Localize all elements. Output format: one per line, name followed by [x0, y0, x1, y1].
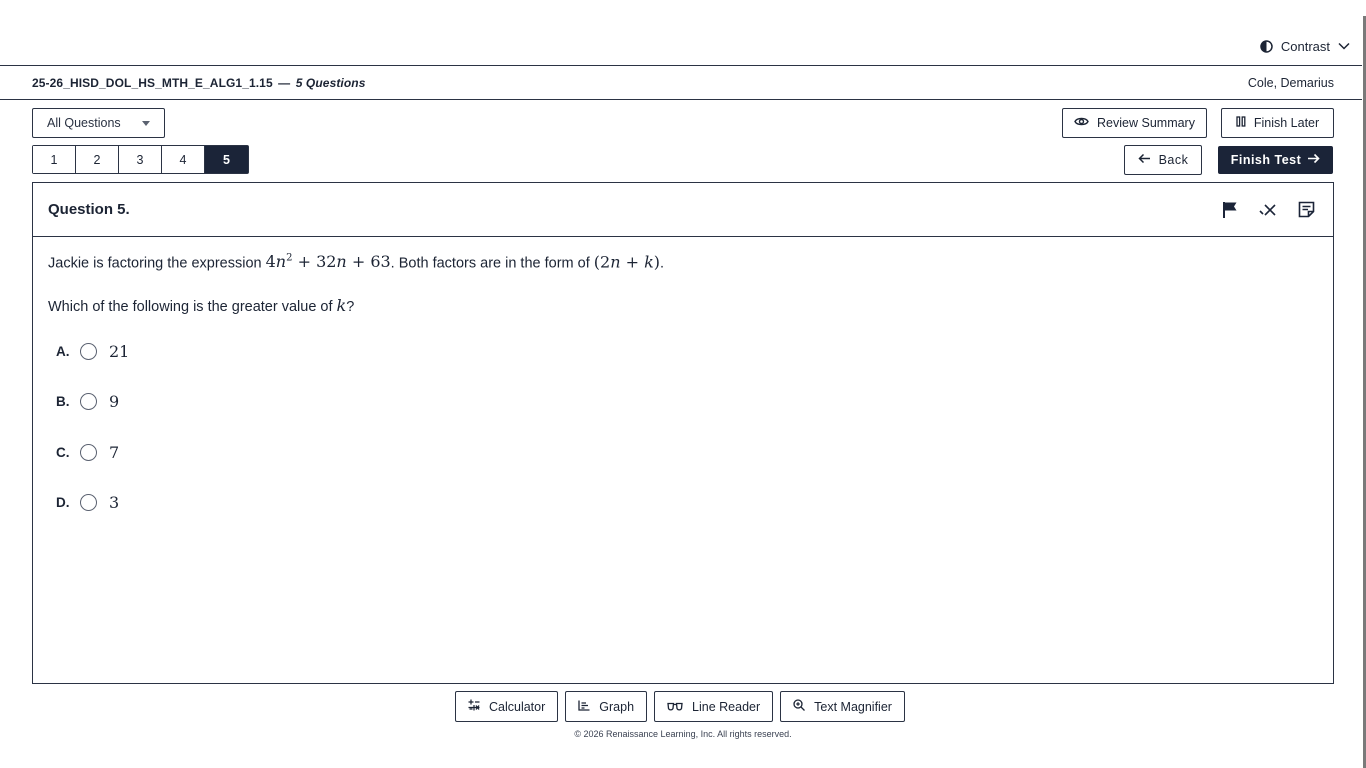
flag-icon[interactable] — [1219, 199, 1241, 221]
answer-choice-a[interactable]: A. 21 — [48, 336, 1318, 366]
question-count: 5 Questions — [295, 75, 366, 90]
arrow-right-icon — [1307, 153, 1320, 167]
answer-eliminator-icon[interactable] — [1257, 199, 1279, 221]
answer-choices: A. 21 B. 9 C. 7 D. 3 — [48, 336, 1318, 518]
math-token: + 63 — [346, 252, 391, 272]
question-nav-button[interactable]: 3 — [119, 146, 162, 173]
half-circle-icon — [1260, 39, 1273, 53]
text-magnifier-button[interactable]: Text Magnifier — [780, 691, 905, 722]
stem-text: . Both factors are in the form of — [390, 255, 594, 272]
math-token: k — [644, 252, 654, 272]
choice-letter: C. — [56, 444, 70, 460]
math-token: n — [336, 252, 347, 272]
choice-value: 3 — [109, 493, 120, 513]
choice-value: 7 — [109, 442, 120, 462]
text-magnifier-label: Text Magnifier — [814, 699, 892, 714]
choice-radio[interactable] — [80, 494, 97, 512]
math-token: 4 — [265, 252, 276, 272]
math-token: + — [620, 252, 645, 272]
question-panel: Question 5. Jackie is factoring the expr… — [32, 182, 1334, 684]
back-button[interactable]: Back — [1124, 145, 1202, 175]
question-tools — [1219, 199, 1317, 221]
finish-test-button[interactable]: Finish Test — [1218, 146, 1333, 174]
arrow-left-icon — [1138, 153, 1151, 167]
graph-button[interactable]: Graph — [565, 691, 648, 722]
calculator-label: Calculator — [489, 699, 546, 714]
choice-letter: D. — [56, 495, 70, 511]
choice-radio[interactable] — [80, 443, 97, 461]
stem-text: Jackie is factoring the expression — [48, 255, 266, 272]
math-token: n — [275, 252, 287, 272]
question-title: Question 5. — [48, 201, 130, 218]
calculator-icon — [468, 699, 480, 714]
choice-radio[interactable] — [80, 393, 97, 411]
caret-down-icon — [142, 120, 150, 126]
math-expression: 4n2 + 32n + 63 — [266, 252, 391, 271]
math-factor-form: (2n + k) — [594, 252, 660, 271]
test-code: 25-26_HISD_DOL_HS_MTH_E_ALG1_1.15 — [32, 75, 273, 90]
contrast-toggle[interactable]: Contrast — [1260, 37, 1350, 55]
answer-choice-c[interactable]: C. 7 — [48, 437, 1318, 467]
question-nav-button[interactable]: 4 — [162, 146, 205, 173]
line-reader-label: Line Reader — [692, 699, 761, 714]
math-variable: k — [336, 296, 347, 316]
question-filter-value: All Questions — [47, 116, 121, 130]
math-token: (2 — [593, 252, 611, 272]
notes-icon[interactable] — [1295, 199, 1317, 221]
question-prompt: Which of the following is the greater va… — [48, 294, 1318, 319]
copyright-footer: © 2026 Renaissance Learning, Inc. All ri… — [574, 729, 792, 739]
title-separator: — — [278, 75, 291, 90]
question-stem: Jackie is factoring the expression 4n2 +… — [48, 247, 1318, 275]
finish-test-label: Finish Test — [1230, 153, 1302, 167]
math-token: + 32 — [292, 252, 337, 272]
question-nav-button[interactable]: 1 — [33, 146, 76, 173]
contrast-label: Contrast — [1280, 38, 1330, 54]
question-body: Jackie is factoring the expression 4n2 +… — [33, 237, 1333, 546]
eye-icon — [1074, 116, 1089, 130]
pause-icon — [1236, 116, 1246, 130]
prompt-text: Which of the following is the greater va… — [48, 299, 337, 316]
question-nav-button[interactable]: 2 — [76, 146, 119, 173]
choice-value: 9 — [109, 392, 120, 412]
review-summary-label: Review Summary — [1097, 116, 1195, 130]
magnifier-icon — [793, 699, 806, 714]
question-filter-select[interactable]: All Questions — [32, 108, 165, 138]
answer-choice-b[interactable]: B. 9 — [48, 387, 1318, 417]
question-navigator: 1 2 3 4 5 — [32, 145, 249, 174]
question-nav-button-current[interactable]: 5 — [205, 146, 248, 173]
choice-letter: A. — [56, 343, 70, 359]
graph-icon — [578, 700, 590, 714]
chevron-down-icon — [1338, 42, 1350, 50]
question-header: Question 5. — [33, 183, 1333, 237]
choice-radio[interactable] — [80, 342, 97, 360]
answer-choice-d[interactable]: D. 3 — [48, 488, 1318, 518]
choice-letter: B. — [56, 394, 70, 410]
math-token: n — [610, 252, 621, 272]
back-label: Back — [1158, 153, 1189, 167]
test-title: 25-26_HISD_DOL_HS_MTH_E_ALG1_1.15 — 5 Qu… — [32, 76, 366, 90]
test-header: 25-26_HISD_DOL_HS_MTH_E_ALG1_1.15 — 5 Qu… — [0, 65, 1362, 100]
finish-later-label: Finish Later — [1253, 116, 1320, 130]
stem-text: . — [660, 255, 665, 272]
choice-value: 21 — [109, 341, 130, 361]
graph-label: Graph — [599, 699, 635, 714]
prompt-text: ? — [346, 299, 355, 316]
student-name: Cole, Demarius — [1247, 75, 1334, 90]
finish-later-button[interactable]: Finish Later — [1221, 108, 1334, 138]
review-summary-button[interactable]: Review Summary — [1062, 108, 1207, 138]
glasses-icon — [667, 700, 683, 714]
accessibility-toolbar: Calculator Graph Line Reader Text Magnif… — [455, 691, 905, 722]
line-reader-button[interactable]: Line Reader — [654, 691, 774, 722]
calculator-button[interactable]: Calculator — [455, 691, 559, 722]
